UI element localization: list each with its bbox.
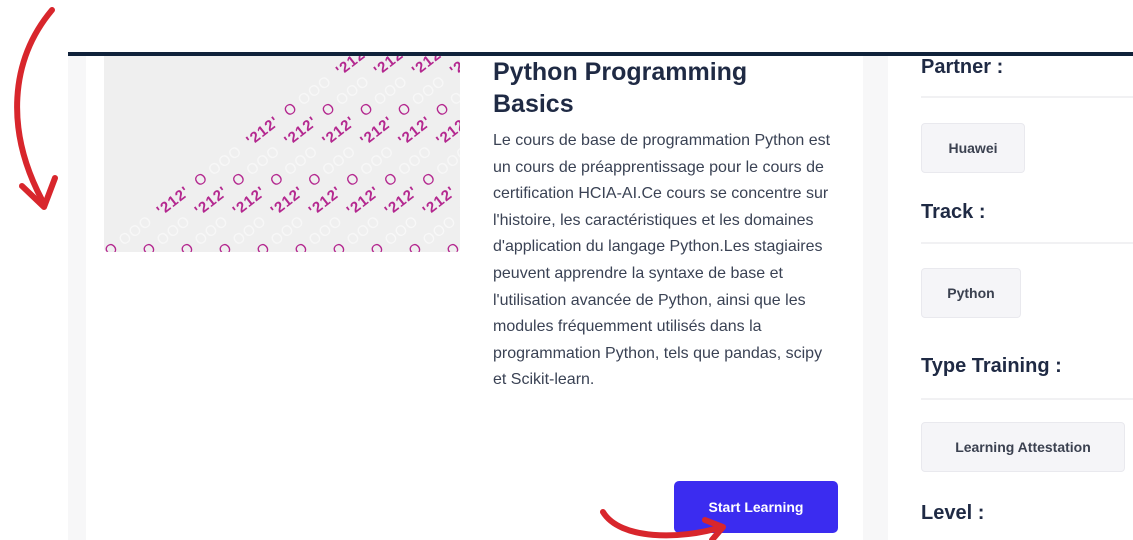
track-label: Track :: [921, 201, 986, 223]
divider: [921, 398, 1133, 400]
curved-arrow-left-icon: [14, 7, 58, 210]
course-description: Le cours de base de programmation Python…: [493, 132, 831, 389]
course-title: Python Programming Basics: [493, 58, 748, 118]
partner-label: Partner :: [921, 56, 1004, 78]
type-training-chip[interactable]: Learning Attestation: [921, 422, 1125, 472]
type-training-label: Type Training :: [921, 355, 1062, 377]
divider: [921, 96, 1133, 98]
track-chip[interactable]: Python: [921, 268, 1021, 318]
partner-chip[interactable]: Huawei: [921, 123, 1025, 173]
divider: [921, 242, 1133, 244]
start-learning-button[interactable]: Start Learning: [674, 481, 838, 533]
level-label: Level :: [921, 502, 985, 524]
course-thumbnail: '212' O OOO '212' O OOO '212' O OOO '212…: [104, 56, 460, 252]
